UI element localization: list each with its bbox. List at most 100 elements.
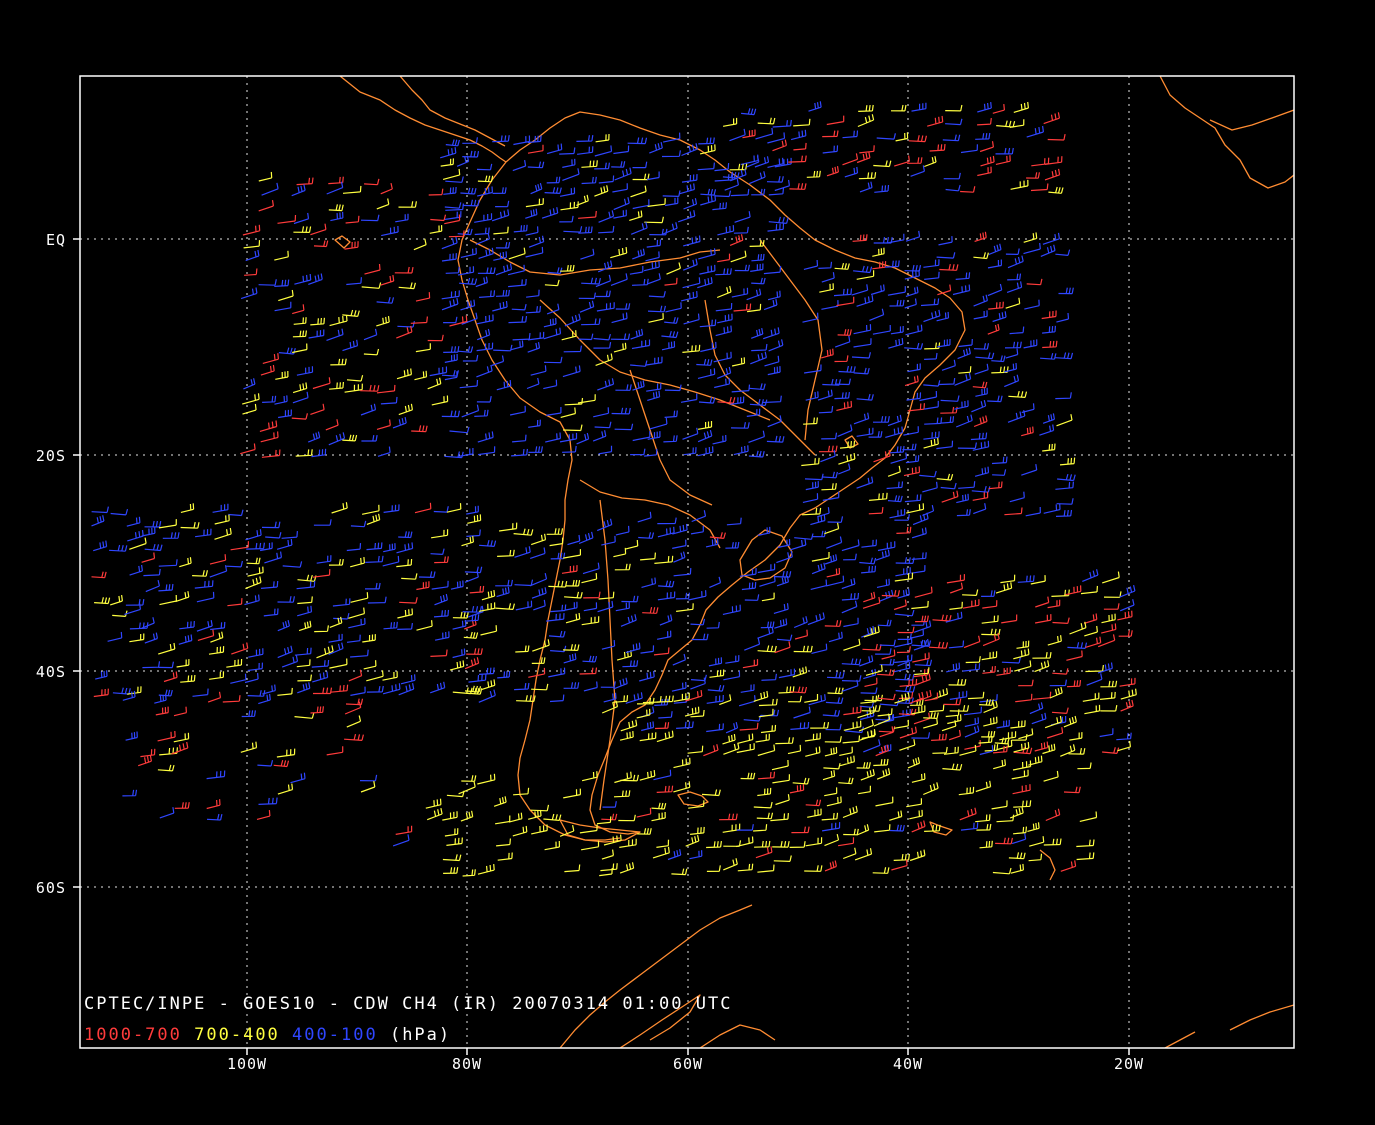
wind-barb [1055,352,1074,360]
wind-barb [427,334,444,342]
wind-barb [462,354,479,362]
wind-barb [749,383,766,391]
wind-barb [631,278,649,286]
wind-barb [1013,648,1030,660]
wind-barb [282,561,303,568]
wind-barb [970,432,988,441]
wind-barb [716,285,732,299]
wind-barb [904,342,924,350]
wind-barb [893,599,907,611]
wind-barb [576,135,594,142]
wind-barb [636,708,651,719]
wind-barb [619,731,634,741]
wind-barb [843,720,862,731]
wind-barb [543,317,557,328]
wind-barb [858,785,871,795]
wind-barb [328,633,343,643]
wind-barb [431,529,449,539]
wind-barb [392,416,407,429]
wind-barb [645,356,663,366]
wind-barb [991,800,1008,810]
wind-barb [514,682,530,691]
wind-barb [245,249,260,262]
wind-barb [863,591,876,603]
wind-barb [416,581,430,591]
wind-barb [410,316,428,324]
wind-barb [281,655,299,668]
wind-barb [344,383,363,393]
wind-barb [140,748,156,758]
wind-barb [477,267,496,274]
wind-barb [746,408,761,417]
wind-barb [1077,762,1092,770]
wind-barb [429,225,443,234]
wind-barb [462,869,476,877]
wind-barb [157,764,175,772]
wind-barb [719,813,738,821]
wind-barb [514,579,534,587]
wind-barb [838,777,854,785]
wind-barb [743,715,762,722]
wind-barb [757,117,776,125]
wind-barb [1055,509,1073,517]
wind-barb [441,410,460,418]
wind-barb [1032,691,1052,700]
wind-barb [602,801,617,808]
latitude-labels: EQ 20S 40S 60S [36,231,65,897]
wind-barb [757,787,772,797]
wind-barb [1069,621,1087,635]
wind-barb [610,333,631,341]
wind-barb [497,852,513,861]
wind-barb [350,686,366,696]
wind-barb [444,353,458,363]
wind-barb [580,840,600,851]
wind-barb [598,175,615,184]
wind-barb [940,416,955,424]
wind-barb [1042,443,1056,452]
wind-barb [897,626,915,634]
wind-barb [751,277,766,285]
wind-barb [281,531,298,539]
wind-barb [842,847,857,860]
wind-barb [401,573,418,580]
wind-barb [706,621,720,629]
wind-barb [699,319,717,328]
wind-barb [531,683,549,691]
wind-barb [399,597,418,604]
wind-barb [673,568,692,577]
wind-barb [245,529,262,541]
wind-barb [856,427,874,437]
wind-barb [1069,732,1083,741]
wind-barb [629,210,643,221]
wind-barb [748,450,765,458]
wind-barb [681,174,698,183]
wind-barb [804,473,824,481]
wind-barb [722,117,738,127]
wind-barb [772,840,790,848]
wind-barb [595,133,610,143]
wind-barb [629,266,644,275]
wind-barb [701,789,721,797]
wind-barb [924,156,937,168]
wind-barb [911,600,929,610]
wind-barb [443,316,458,324]
wind-barb [881,589,900,597]
wind-barb [246,557,261,565]
wind-barb [598,225,615,234]
wind-barb [748,430,765,443]
wind-barb [923,431,940,440]
wind-barb [163,671,178,683]
wind-barb [442,811,458,821]
wind-barb [529,572,548,587]
wind-barb [824,833,840,847]
wind-barb [632,173,650,181]
wind-barb [112,610,128,617]
wind-barb [1082,569,1099,582]
wind-barb [382,683,401,695]
wind-barb [790,721,810,730]
wind-barb [316,555,332,564]
wind-barb [1055,249,1071,256]
wind-barb [581,573,598,584]
wind-barb [411,425,428,433]
wind-barb [876,578,890,588]
